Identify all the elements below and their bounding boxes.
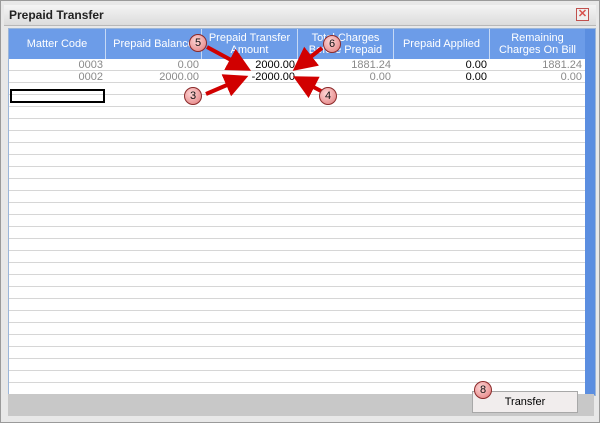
cell-prepaid-balance[interactable]: 2000.00 — [106, 71, 202, 83]
grid-header: Matter Code Prepaid Balance Prepaid Tran… — [9, 29, 585, 59]
cell-transfer-amount[interactable]: -2000.00 — [202, 71, 298, 83]
col-matter-code[interactable]: Matter Code — [9, 29, 106, 59]
cell-transfer-amount[interactable]: 2000.00 — [202, 59, 298, 71]
prepaid-transfer-window: Prepaid Transfer ✕ Matter Code Prepaid B… — [0, 0, 600, 423]
cell-prepaid-applied[interactable]: 0.00 — [394, 59, 490, 71]
cell-total-charges[interactable]: 0.00 — [298, 71, 394, 83]
callout-5: 5 — [189, 34, 207, 52]
vertical-scrollbar[interactable] — [585, 29, 595, 395]
title-bar: Prepaid Transfer ✕ — [4, 5, 596, 26]
col-total-charges[interactable]: Total Charges Before Prepaid — [298, 29, 394, 59]
cell-matter-code[interactable]: 0003 — [9, 59, 106, 71]
grid-rows: 0003 0.00 2000.00 1881.24 0.00 1881.24 0… — [9, 59, 585, 395]
table-row[interactable]: 0002 2000.00 -2000.00 0.00 0.00 0.00 — [9, 71, 585, 83]
cell-matter-code[interactable]: 0002 — [9, 71, 106, 83]
col-prepaid-transfer-amount[interactable]: Prepaid Transfer Amount — [202, 29, 298, 59]
close-glyph: ✕ — [577, 8, 588, 20]
callout-8: 8 — [474, 381, 492, 399]
col-prepaid-balance[interactable]: Prepaid Balance — [106, 29, 202, 59]
col-remaining-charges[interactable]: Remaining Charges On Bill — [490, 29, 585, 59]
callout-4: 4 — [319, 87, 337, 105]
cell-prepaid-balance[interactable]: 0.00 — [106, 59, 202, 71]
cell-total-charges[interactable]: 1881.24 — [298, 59, 394, 71]
close-icon[interactable]: ✕ — [576, 8, 589, 21]
callout-6: 6 — [323, 35, 341, 53]
table-row[interactable]: 0003 0.00 2000.00 1881.24 0.00 1881.24 — [9, 59, 585, 71]
transfer-grid: Matter Code Prepaid Balance Prepaid Tran… — [8, 28, 596, 396]
selected-cell-outline[interactable] — [10, 89, 105, 103]
cell-remaining-charges[interactable]: 1881.24 — [490, 59, 585, 71]
window-title: Prepaid Transfer — [9, 8, 104, 22]
cell-remaining-charges[interactable]: 0.00 — [490, 71, 585, 83]
callout-3: 3 — [184, 87, 202, 105]
cell-prepaid-applied[interactable]: 0.00 — [394, 71, 490, 83]
col-prepaid-applied[interactable]: Prepaid Applied — [394, 29, 490, 59]
